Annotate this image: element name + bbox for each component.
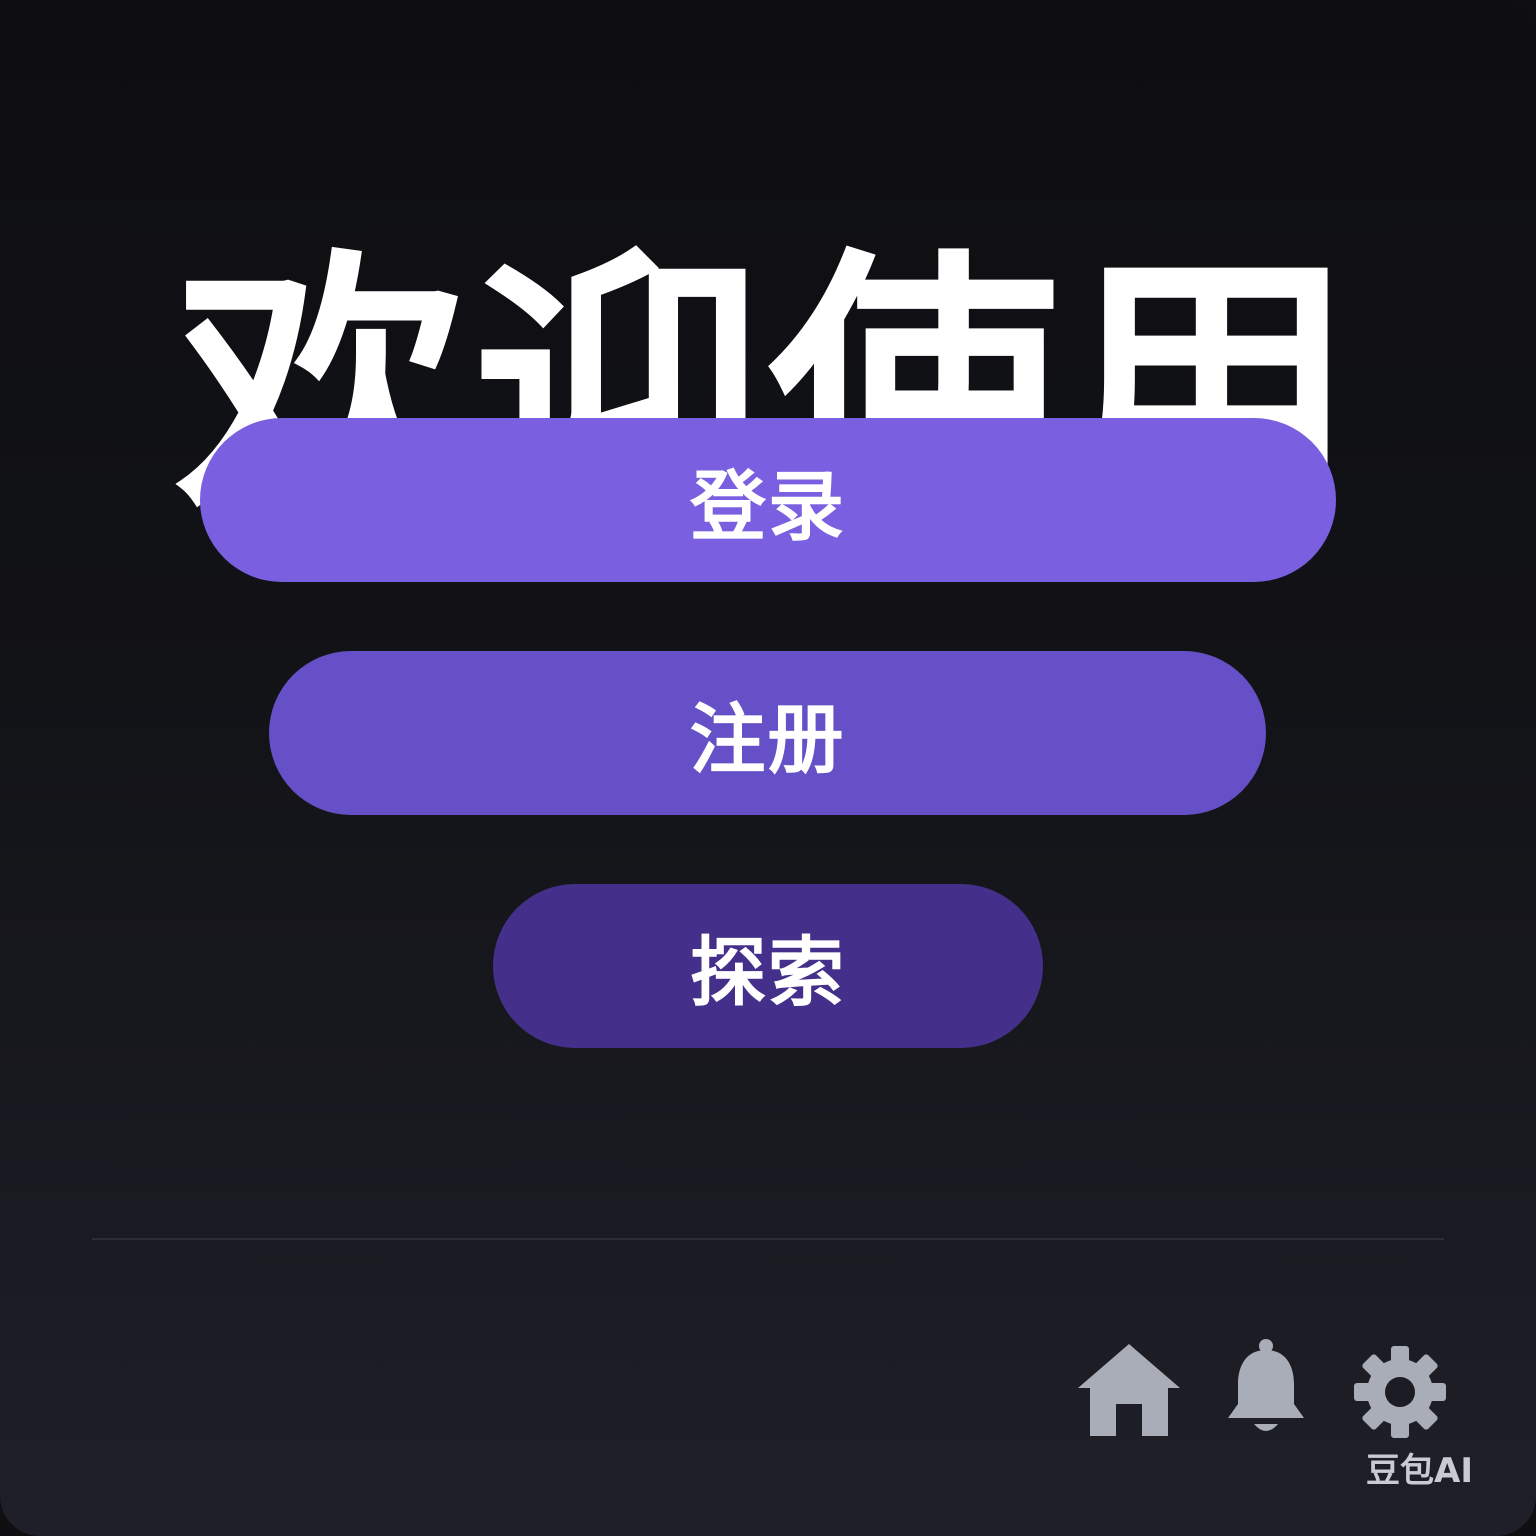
bell-icon[interactable] xyxy=(1224,1338,1308,1440)
welcome-screen: 欢迎使用 登录 注册 探索 豆包AI xyxy=(0,0,1536,1536)
register-button[interactable]: 注册 xyxy=(269,651,1266,815)
watermark: 豆包AI xyxy=(1366,1451,1473,1491)
gear-icon[interactable] xyxy=(1352,1344,1448,1440)
explore-button[interactable]: 探索 xyxy=(493,884,1043,1048)
divider xyxy=(92,1238,1444,1240)
home-icon[interactable] xyxy=(1076,1342,1182,1438)
login-button[interactable]: 登录 xyxy=(200,418,1336,582)
